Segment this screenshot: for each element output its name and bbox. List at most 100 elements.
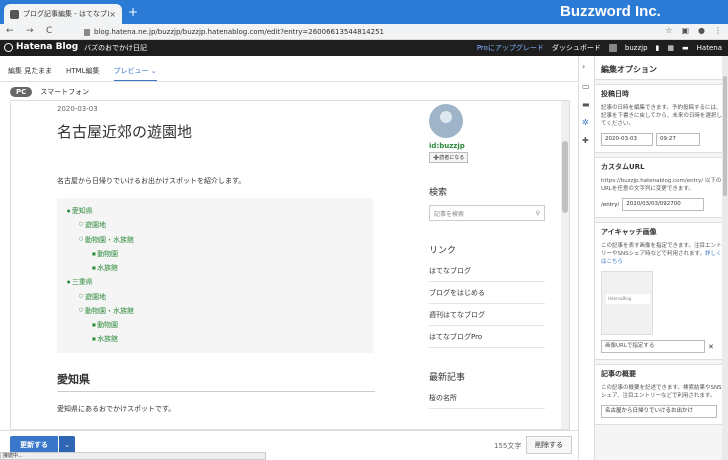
tab-html[interactable]: HTML編集 <box>66 66 99 82</box>
recent-entry-link[interactable]: 桜の名所 <box>429 387 545 409</box>
delete-button[interactable]: 削除する <box>526 436 572 454</box>
url-prefix: /entry/ <box>601 201 620 208</box>
user-menu[interactable]: buzzjp <box>625 44 648 52</box>
summary-desc: この記事の概要を記述できます。検索結果やSNSシェア、注目エントリーなどで利用さ… <box>601 385 722 399</box>
editor-area: 編集 見たまま HTML編集 プレビュー ⌄ PC スマートフォン 2020-0… <box>0 56 578 460</box>
toc-item[interactable]: 動物園・水族館 <box>67 304 373 318</box>
preview-frame: 2020-03-03 名古屋近郊の遊園地 名古屋から日帰りでいけるお出かけスポッ… <box>10 100 570 430</box>
collapse-chevron-icon[interactable]: › <box>582 62 585 71</box>
url-text: blog.hatena.ne.jp/buzzjp/buzzjp.hatenabl… <box>94 28 384 36</box>
article: 2020-03-03 名古屋近郊の遊園地 名古屋から日帰りでいけるお出かけスポッ… <box>57 101 375 414</box>
links-list: はてなブログ ブログをはじめる 週刊はてなブログ はてなブログPro <box>429 260 553 348</box>
toc-item[interactable]: 遊園地 <box>67 290 373 304</box>
extension-icon[interactable]: ▣ <box>681 26 689 35</box>
image-url-input[interactable]: 画像URLで指定する <box>601 340 705 353</box>
eyecatch-heading: アイキャッチ画像 <box>601 228 657 236</box>
toc-item[interactable]: 三重県 <box>67 275 373 289</box>
tab-wysiwyg[interactable]: 編集 見たまま <box>8 66 52 82</box>
browser-titlebar: ブログ記事編集 - はてなブログ × + Buzzword Inc. <box>0 0 728 24</box>
article-title: 名古屋近郊の遊園地 <box>57 123 193 141</box>
search-placeholder: 記事を検索 <box>434 210 465 218</box>
post-date-section: 投稿日時 記事の日時を編集できます。予約投稿するには、記事を下書きに戻してから、… <box>595 84 728 153</box>
logo-text: Hatena Blog <box>16 42 79 52</box>
date-input[interactable]: 2020-03-03 <box>601 133 653 146</box>
browser-tab[interactable]: ブログ記事編集 - はてなブログ × <box>4 4 122 24</box>
notification-icon[interactable]: ▬ <box>682 44 689 52</box>
search-icon[interactable]: ⚲ <box>536 210 540 217</box>
summary-section: 記事の概要 この記事の概要を記述できます。検索結果やSNSシェア、注目エントリー… <box>595 364 728 425</box>
dashboard-link[interactable]: ダッシュボード <box>552 43 601 53</box>
tab-preview[interactable]: プレビュー ⌄ <box>113 66 157 82</box>
user-avatar[interactable] <box>608 44 617 52</box>
recent-list: 桜の名所 <box>429 387 553 409</box>
brand-watermark: Buzzword Inc. <box>560 3 661 20</box>
post-date-heading: 投稿日時 <box>601 90 629 98</box>
toc-item[interactable]: 動物園 <box>67 247 373 261</box>
sidebar-link[interactable]: はてなブログPro <box>429 326 545 348</box>
custom-url-heading: カスタムURL <box>601 163 645 171</box>
toc-item[interactable]: 愛知県 <box>67 204 373 218</box>
scrollbar-thumb[interactable] <box>562 141 568 213</box>
new-tab-button[interactable]: + <box>128 5 138 19</box>
toc-item[interactable]: 動物園 <box>67 318 373 332</box>
tab-close-icon[interactable]: × <box>109 10 116 19</box>
reload-icon[interactable]: C <box>46 26 52 36</box>
edit-options-panel: 編集オプション 投稿日時 記事の日時を編集できます。予約投稿するには、記事を下書… <box>594 56 728 460</box>
lock-icon <box>84 28 90 36</box>
thumbnail-label: HatenaBlog <box>606 294 650 304</box>
folder-icon[interactable]: ▬ <box>582 100 590 109</box>
search-input[interactable]: 記事を検索 ⚲ <box>429 205 545 221</box>
options-scrollbar-thumb[interactable] <box>723 76 727 196</box>
sidebar-link[interactable]: 週刊はてなブログ <box>429 304 545 326</box>
custom-url-input[interactable]: 2020/03/03/092700 <box>622 198 705 211</box>
profile-image <box>429 104 463 138</box>
tab-title: ブログ記事編集 - はてなブログ <box>23 10 109 18</box>
sidebar-link[interactable]: ブログをはじめる <box>429 282 545 304</box>
toc-item[interactable]: 水族館 <box>67 261 373 275</box>
section-body: 愛知県にあるおでかけスポットです。 <box>57 404 176 413</box>
forward-icon[interactable]: → <box>26 26 34 36</box>
pro-upgrade-link[interactable]: Proにアップグレード <box>477 43 544 53</box>
editor-mode-tabs: 編集 見たまま HTML編集 プレビュー ⌄ <box>8 66 157 82</box>
time-input[interactable]: 09:27 <box>656 133 700 146</box>
browser-status-bar: 接続中... <box>0 452 266 460</box>
device-pc-button[interactable]: PC <box>10 87 33 97</box>
sidebar-user-id[interactable]: id:buzzjp <box>429 142 553 150</box>
toc-item[interactable]: 水族館 <box>67 332 373 346</box>
hatena-topbar: Hatena Blog バズのおでかけ日記 Proにアップグレード ダッシュボー… <box>0 40 728 56</box>
menu-icon[interactable]: ⋮ <box>714 26 722 35</box>
gear-icon[interactable]: ✲ <box>582 118 589 127</box>
links-heading: リンク <box>429 246 457 256</box>
plus-icon[interactable]: ✚ <box>582 136 589 145</box>
eyecatch-section: アイキャッチ画像 この記事を表す画像を指定できます。注目エントリーやSNSシェア… <box>595 222 728 360</box>
search-heading: 検索 <box>429 188 448 198</box>
hatena-link[interactable]: Hatena <box>697 44 722 52</box>
toc-item[interactable]: 動物園・水族館 <box>67 233 373 247</box>
apps-grid-icon[interactable]: ▦ <box>667 44 674 52</box>
hatena-logo-icon <box>4 42 13 52</box>
device-selector: PC スマートフォン <box>10 87 89 97</box>
clear-image-icon[interactable]: ✕ <box>708 343 714 351</box>
char-count: 155文字 <box>494 442 522 450</box>
hatena-blog-logo[interactable]: Hatena Blog <box>4 42 78 52</box>
star-icon[interactable]: ☆ <box>665 26 672 35</box>
blog-name-menu[interactable]: バズのおでかけ日記 <box>84 43 147 53</box>
subscribe-button[interactable]: ➕読者になる <box>429 152 469 163</box>
device-smartphone-button[interactable]: スマートフォン <box>40 87 89 97</box>
post-date-desc: 記事の日時を編集できます。予約投稿するには、記事を下書きに戻してから、未来の日時… <box>601 105 722 127</box>
back-icon[interactable]: ← <box>6 26 14 36</box>
bookmark-icon[interactable]: ▮ <box>656 44 660 52</box>
url-field[interactable]: blog.hatena.ne.jp/buzzjp/buzzjp.hatenabl… <box>84 26 674 38</box>
eyecatch-thumbnail[interactable]: HatenaBlog <box>601 271 653 335</box>
blog-sidebar: id:buzzjp ➕読者になる 検索 記事を検索 ⚲ リンク はてなブログ ブ… <box>429 101 553 409</box>
comment-icon[interactable]: ▭ <box>582 82 590 91</box>
options-scrollbar[interactable] <box>722 56 728 460</box>
sidebar-link[interactable]: はてなブログ <box>429 260 545 282</box>
summary-textarea[interactable]: 名古屋から日帰りでいけるお出かけ <box>601 405 717 418</box>
options-title: 編集オプション <box>595 56 728 80</box>
profile-icon[interactable]: ● <box>698 26 705 35</box>
option-icon-column: › ▭ ▬ ✲ ✚ <box>578 56 594 460</box>
toc-item[interactable]: 遊園地 <box>67 218 373 232</box>
preview-scrollbar[interactable] <box>561 101 569 429</box>
article-intro: 名古屋から日帰りでいけるお出かけスポットを紹介します。 <box>57 177 246 185</box>
